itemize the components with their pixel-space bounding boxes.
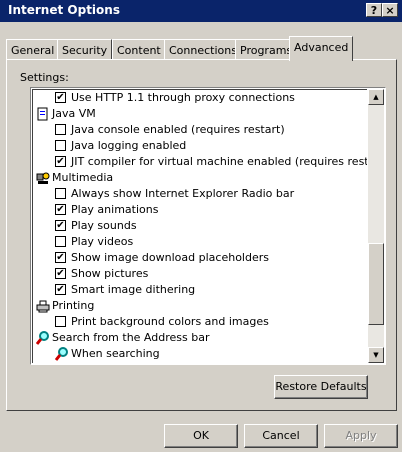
scroll-up-button[interactable]: ▲	[368, 89, 384, 105]
title-bar: Internet Options ? ×	[0, 0, 402, 22]
tree-item-label: Java logging enabled	[71, 139, 187, 152]
tree-item-label: Java VM	[52, 107, 96, 120]
tree-option[interactable]: Print background colors and images	[33, 314, 367, 330]
tree-item-label: JIT compiler for virtual machine enabled…	[71, 155, 367, 168]
tree-option[interactable]: ✔ JIT compiler for virtual machine enable…	[33, 154, 367, 170]
window-title: Internet Options	[8, 3, 120, 17]
tree-option[interactable]: ✔ Smart image dithering	[33, 282, 367, 298]
checkbox[interactable]	[55, 236, 66, 247]
checkbox[interactable]: ✔	[55, 284, 66, 295]
close-button[interactable]: ×	[382, 3, 398, 17]
apply-button[interactable]: Apply	[324, 424, 398, 448]
tree-item-label: Play sounds	[71, 219, 137, 232]
tab-advanced[interactable]: Advanced	[289, 36, 354, 61]
tree-item-label: Show pictures	[71, 267, 149, 280]
tab-content[interactable]: Content	[112, 39, 166, 59]
checkbox[interactable]	[55, 188, 66, 199]
tree-option[interactable]: Java console enabled (requires restart)	[33, 122, 367, 138]
tree-item-label: Always show Internet Explorer Radio bar	[71, 187, 295, 200]
checkbox[interactable]: ✔	[55, 252, 66, 263]
tree-item-label: Search from the Address bar	[52, 331, 210, 344]
tree-item-label: Java console enabled (requires restart)	[71, 123, 285, 136]
scroll-thumb[interactable]	[368, 243, 384, 325]
tree-option[interactable]: Play videos	[33, 234, 367, 250]
tree-option[interactable]: ✔ Show pictures	[33, 266, 367, 282]
document-icon	[36, 107, 50, 121]
tree-option[interactable]: Always show Internet Explorer Radio bar	[33, 186, 367, 202]
tree-item-label: Use HTTP 1.1 through proxy connections	[71, 91, 295, 104]
search-icon	[35, 331, 50, 345]
tree-option: When searching	[33, 346, 367, 362]
tab-general[interactable]: General	[6, 39, 60, 59]
settings-label: Settings:	[20, 71, 69, 84]
checkbox[interactable]: ✔	[55, 156, 66, 167]
tab-programs[interactable]: Programs	[235, 39, 298, 59]
tree-category: Printing	[33, 298, 367, 314]
tree-option[interactable]: ✔ Show image download placeholders	[33, 250, 367, 266]
ok-button[interactable]: OK	[164, 424, 238, 448]
tree-option[interactable]: ✔ Play animations	[33, 202, 367, 218]
help-button[interactable]: ?	[366, 3, 382, 17]
checkbox[interactable]	[55, 316, 66, 327]
vertical-scrollbar[interactable]: ▲ ▼	[368, 89, 384, 363]
multimedia-icon	[36, 171, 50, 185]
tree-item-label: Print background colors and images	[71, 315, 269, 328]
tab-strip: General Security Content Connections Pro…	[6, 36, 398, 61]
tree-category: Multimedia	[33, 170, 367, 186]
checkbox[interactable]: ✔	[55, 204, 66, 215]
tree-option[interactable]: Java logging enabled	[33, 138, 367, 154]
tree-option[interactable]: ✔ Use HTTP 1.1 through proxy connections	[33, 90, 367, 106]
scroll-down-button[interactable]: ▼	[368, 347, 384, 363]
checkbox[interactable]: ✔	[55, 220, 66, 231]
settings-tree: ✔ Use HTTP 1.1 through proxy connections J…	[32, 89, 367, 363]
tree-item-label: Multimedia	[52, 171, 114, 184]
tab-security[interactable]: Security	[57, 39, 113, 59]
tree-item-label: Show image download placeholders	[71, 251, 269, 264]
search-icon	[54, 347, 69, 361]
settings-list[interactable]: ✔ Use HTTP 1.1 through proxy connections J…	[30, 87, 386, 365]
checkbox[interactable]: ✔	[55, 92, 66, 103]
tree-item-label: Play animations	[71, 203, 159, 216]
restore-defaults-button[interactable]: Restore Defaults	[274, 375, 368, 399]
checkbox[interactable]: ✔	[55, 268, 66, 279]
tree-item-label: Play videos	[71, 235, 134, 248]
tree-category: Search from the Address bar	[33, 330, 367, 346]
tree-category: Java VM	[33, 106, 367, 122]
checkbox[interactable]	[55, 124, 66, 135]
tree-option[interactable]: ✔ Play sounds	[33, 218, 367, 234]
tab-connections[interactable]: Connections	[164, 39, 242, 59]
cancel-button[interactable]: Cancel	[244, 424, 318, 448]
tree-item-label: When searching	[71, 347, 160, 360]
tree-item-label: Printing	[52, 299, 95, 312]
checkbox[interactable]	[55, 140, 66, 151]
tree-item-label: Smart image dithering	[71, 283, 196, 296]
printer-icon	[36, 299, 50, 313]
